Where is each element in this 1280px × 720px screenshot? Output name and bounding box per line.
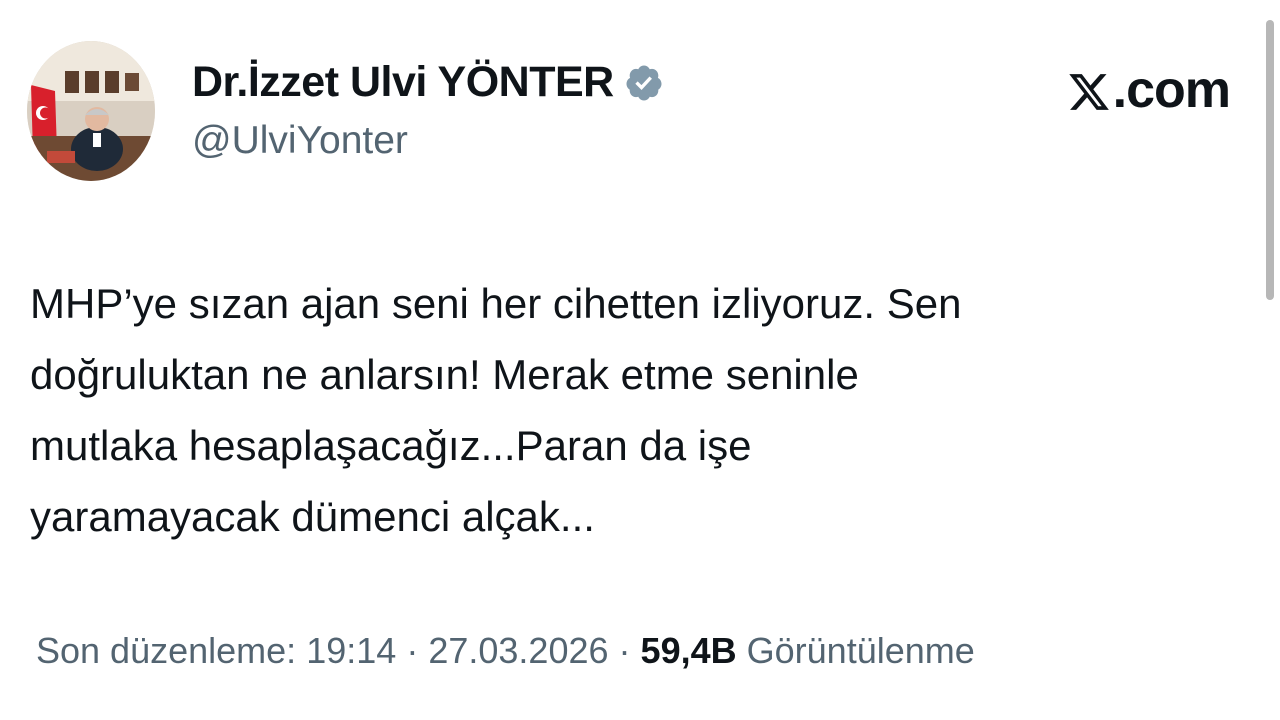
views-count[interactable]: 59,4B <box>641 630 737 671</box>
brand-domain: .com <box>1112 61 1231 119</box>
edited-label[interactable]: Son düzenleme: <box>36 630 296 671</box>
brand-mark: .com <box>1067 60 1231 120</box>
tweet-text: MHP’ye sızan ajan seni her cihetten izli… <box>30 268 1230 552</box>
tweet-meta: Son düzenleme: 19:14 · 27.03.2026 · 59,4… <box>36 630 975 672</box>
scrollbar[interactable] <box>1266 20 1274 300</box>
tweet-line: MHP’ye sızan ajan seni her cihetten izli… <box>30 280 962 327</box>
author-name-row[interactable]: Dr.İzzet Ulvi YÖNTER <box>192 58 664 107</box>
avatar[interactable] <box>27 41 155 181</box>
tweet-line: doğruluktan ne anlarsın! Merak etme seni… <box>30 351 859 398</box>
meta-separator: · <box>406 630 419 671</box>
verified-badge-icon <box>626 65 662 100</box>
x-logo-icon <box>1068 74 1109 110</box>
tweet-line: yaramayacak dümenci alçak... <box>30 493 595 540</box>
meta-separator: · <box>618 630 631 671</box>
author-name[interactable]: Dr.İzzet Ulvi YÖNTER <box>192 58 614 107</box>
views-label[interactable]: Görüntülenme <box>747 630 975 671</box>
author-handle[interactable]: @UlviYonter <box>192 119 408 163</box>
tweet-time[interactable]: 19:14 <box>306 630 396 671</box>
tweet-date[interactable]: 27.03.2026 <box>428 630 608 671</box>
avatar-photo <box>27 41 155 181</box>
tweet-line: mutlaka hesaplaşacağız...Paran da işe <box>30 422 752 469</box>
